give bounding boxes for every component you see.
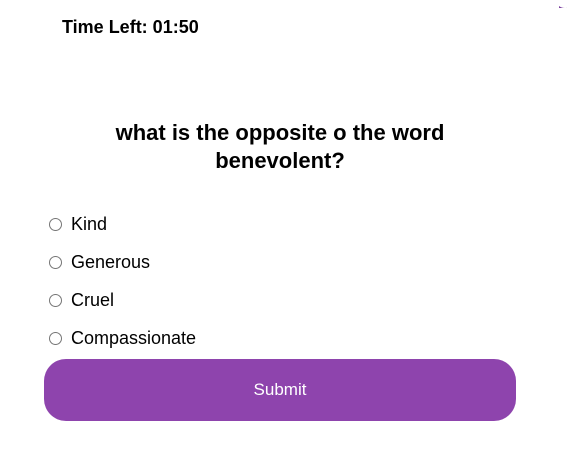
quiz-page: Time Left: 01:50 what is the opposite o … <box>0 0 567 476</box>
answer-options: Kind Generous Cruel Compassionate <box>48 205 196 357</box>
radio-cruel[interactable] <box>49 293 62 307</box>
option-label: Compassionate <box>71 327 197 348</box>
radio-compassionate[interactable] <box>49 331 62 345</box>
answer-option-kind[interactable]: Kind <box>48 205 196 243</box>
answer-option-generous[interactable]: Generous <box>48 243 196 281</box>
option-label: Cruel <box>71 289 115 310</box>
option-label: Kind <box>71 213 108 234</box>
radio-generous[interactable] <box>49 255 62 269</box>
answer-option-cruel[interactable]: Cruel <box>48 281 196 319</box>
corner-decoration <box>559 0 567 8</box>
answer-option-compassionate[interactable]: Compassionate <box>48 319 196 357</box>
option-label: Generous <box>71 251 151 272</box>
submit-button[interactable]: Submit <box>44 359 516 421</box>
time-left: Time Left: 01:50 <box>62 17 199 37</box>
question-text: what is the opposite o the word benevole… <box>115 120 445 173</box>
radio-kind[interactable] <box>49 217 62 231</box>
